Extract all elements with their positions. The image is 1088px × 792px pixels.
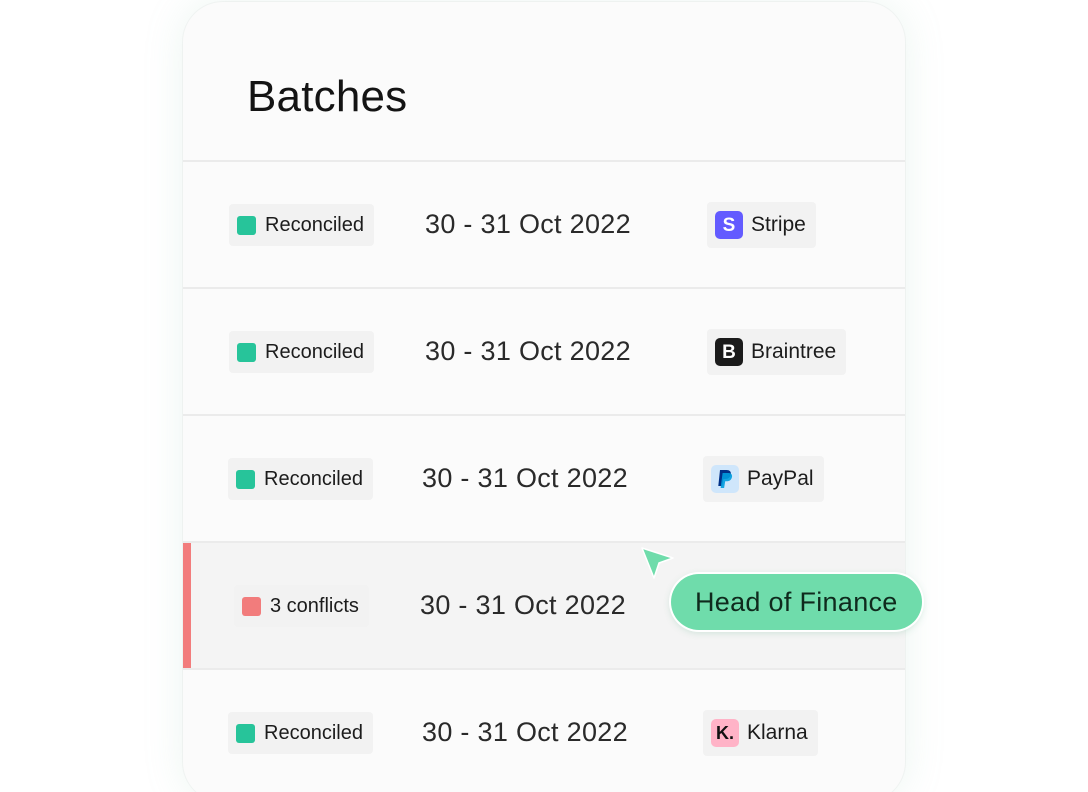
batch-date-range: 30 - 31 Oct 2022 [422,463,628,493]
batch-row[interactable]: Reconciled 30 - 31 Oct 2022 S Stripe [183,162,905,289]
status-badge: Reconciled [228,712,373,754]
reconciled-status-dot [236,723,255,743]
batches-card: Batches Reconciled 30 - 31 Oct 2022 S St… [183,2,905,792]
braintree-logo-icon: B [715,338,743,366]
paypal-logo-icon [711,465,739,493]
stripe-logo-icon: S [715,211,743,239]
provider-label: Klarna [747,721,808,744]
stage: Batches Reconciled 30 - 31 Oct 2022 S St… [0,0,1088,792]
reconciled-status-dot [236,469,255,489]
conflict-status-dot [242,596,261,616]
page-title: Batches [247,72,408,121]
collaborator-name: Head of Finance [695,586,898,617]
batch-row[interactable]: Reconciled 30 - 31 Oct 2022 PayPal [183,416,905,543]
status-badge: Reconciled [228,458,373,500]
status-badge: 3 conflicts [234,585,369,627]
status-label: Reconciled [264,721,363,744]
provider-label: Braintree [751,340,837,363]
batch-date-range: 30 - 31 Oct 2022 [420,590,626,620]
batch-row[interactable]: Reconciled 30 - 31 Oct 2022 B Braintree [183,289,905,416]
batch-date-range: 30 - 31 Oct 2022 [425,209,631,239]
reconciled-status-dot [237,342,256,362]
provider-badge: PayPal [703,456,824,502]
batch-date-range: 30 - 31 Oct 2022 [425,336,631,366]
card-header: Batches [183,2,905,162]
provider-label: Stripe [751,213,806,236]
pointer-cursor-icon [641,547,674,579]
batch-row[interactable]: Reconciled 30 - 31 Oct 2022 K. Klarna [183,670,905,792]
provider-badge: B Braintree [707,329,847,375]
status-badge: Reconciled [229,204,374,246]
provider-label: PayPal [747,467,814,490]
status-badge: Reconciled [229,331,374,373]
status-label: Reconciled [265,340,364,363]
provider-badge: K. Klarna [703,710,818,756]
provider-badge: S Stripe [707,202,816,248]
paypal-logo-glyph [718,470,733,488]
status-label: Reconciled [264,467,363,490]
klarna-logo-icon: K. [711,719,739,747]
collaborator-name-tag: Head of Finance [671,574,922,630]
status-label: 3 conflicts [270,594,359,617]
status-label: Reconciled [265,213,364,236]
reconciled-status-dot [237,215,256,235]
batch-date-range: 30 - 31 Oct 2022 [422,717,628,747]
